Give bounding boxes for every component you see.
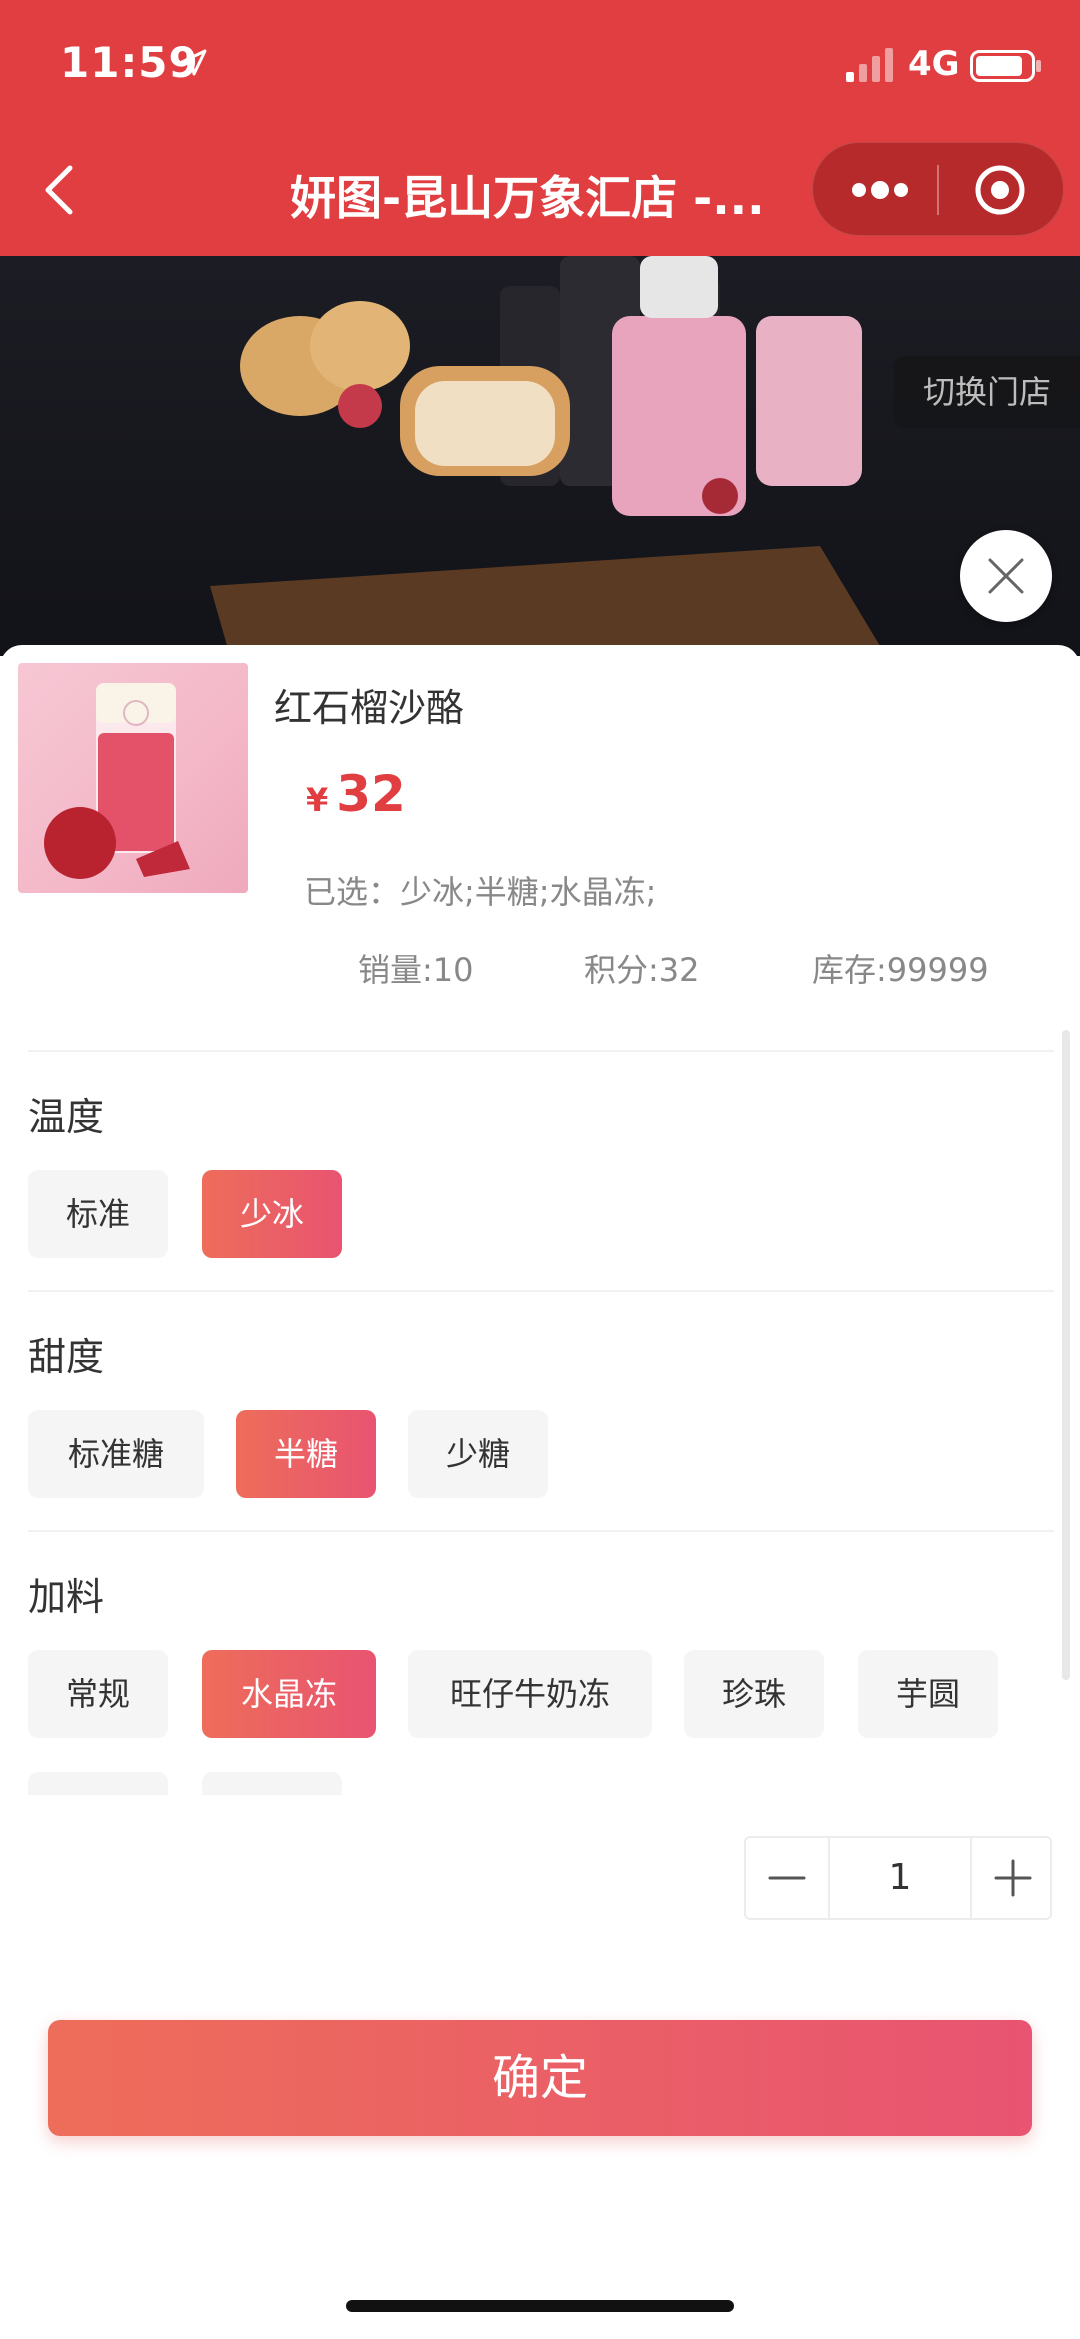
minus-icon[interactable]: [746, 1838, 828, 1918]
quantity-stepper: 1: [744, 1836, 1052, 1920]
status-bar: 11:59 4G: [0, 0, 1080, 132]
battery-icon: [970, 50, 1041, 82]
stock-count: 库存:99999: [812, 951, 989, 989]
option-sweet-less[interactable]: 少糖: [408, 1410, 548, 1498]
plus-icon[interactable]: [972, 1838, 1054, 1918]
option-topping-regular[interactable]: 常规: [28, 1650, 168, 1738]
location-arrow-icon: [180, 49, 207, 76]
option-topping-more-1[interactable]: [28, 1772, 168, 1795]
more-icon[interactable]: [845, 165, 915, 215]
miniprogram-capsule: [812, 142, 1064, 236]
capsule-divider: [937, 165, 939, 215]
price-currency: ¥: [306, 781, 329, 819]
signal-icon: [846, 48, 893, 82]
option-sweet-half[interactable]: 半糖: [236, 1410, 376, 1498]
price-value: 32: [336, 765, 406, 823]
switch-store-button[interactable]: 切换门店: [894, 356, 1080, 428]
confirm-button[interactable]: 确定: [48, 2020, 1032, 2136]
selected-label: 已选：: [304, 873, 401, 911]
option-temp-less-ice[interactable]: 少冰: [202, 1170, 342, 1258]
product-name: 红石榴沙酪: [274, 686, 465, 730]
network-type: 4G: [908, 44, 960, 84]
sweetness-title: 甜度: [28, 1335, 105, 1379]
record-icon[interactable]: [973, 163, 1027, 217]
product-stats: 销量:10 积分:32 库存:99999: [0, 945, 1080, 995]
option-topping-more-2[interactable]: [202, 1772, 342, 1795]
home-indicator[interactable]: [346, 2300, 734, 2312]
option-topping-pearl[interactable]: 珍珠: [684, 1650, 824, 1738]
page-title: 妍图-昆山万象汇店 -...: [290, 171, 765, 225]
close-icon: [988, 558, 1024, 594]
option-topping-taro-ball[interactable]: 芋圆: [858, 1650, 998, 1738]
close-button[interactable]: [960, 530, 1052, 622]
selected-value: 少冰;半糖;水晶冻;: [400, 873, 657, 911]
quantity-value[interactable]: 1: [828, 1838, 972, 1918]
nav-bar: 妍图-昆山万象汇店 -...: [0, 132, 1080, 256]
option-sweet-standard[interactable]: 标准糖: [28, 1410, 204, 1498]
options-scroll-area: 温度 标准 少冰 甜度 标准糖 半糖 少糖 加料 常规 水晶冻 旺仔牛奶冻 珍珠…: [0, 1050, 1080, 1795]
option-topping-milk-jelly[interactable]: 旺仔牛奶冻: [408, 1650, 652, 1738]
hero-banner: 切换门店: [0, 256, 1080, 656]
sales-count: 销量:10: [358, 951, 474, 989]
option-topping-crystal-jelly[interactable]: 水晶冻: [202, 1650, 376, 1738]
divider: [28, 1290, 1054, 1292]
toppings-title: 加料: [28, 1575, 105, 1619]
points-value: 积分:32: [584, 951, 700, 989]
temperature-title: 温度: [28, 1095, 105, 1139]
product-image: [18, 663, 248, 893]
selected-summary: 已选：少冰;半糖;水晶冻;: [304, 867, 656, 913]
product-price: ¥32: [306, 765, 406, 823]
hero-photo: [210, 256, 880, 656]
divider: [28, 1530, 1054, 1532]
back-icon[interactable]: [40, 160, 80, 220]
option-temp-standard[interactable]: 标准: [28, 1170, 168, 1258]
